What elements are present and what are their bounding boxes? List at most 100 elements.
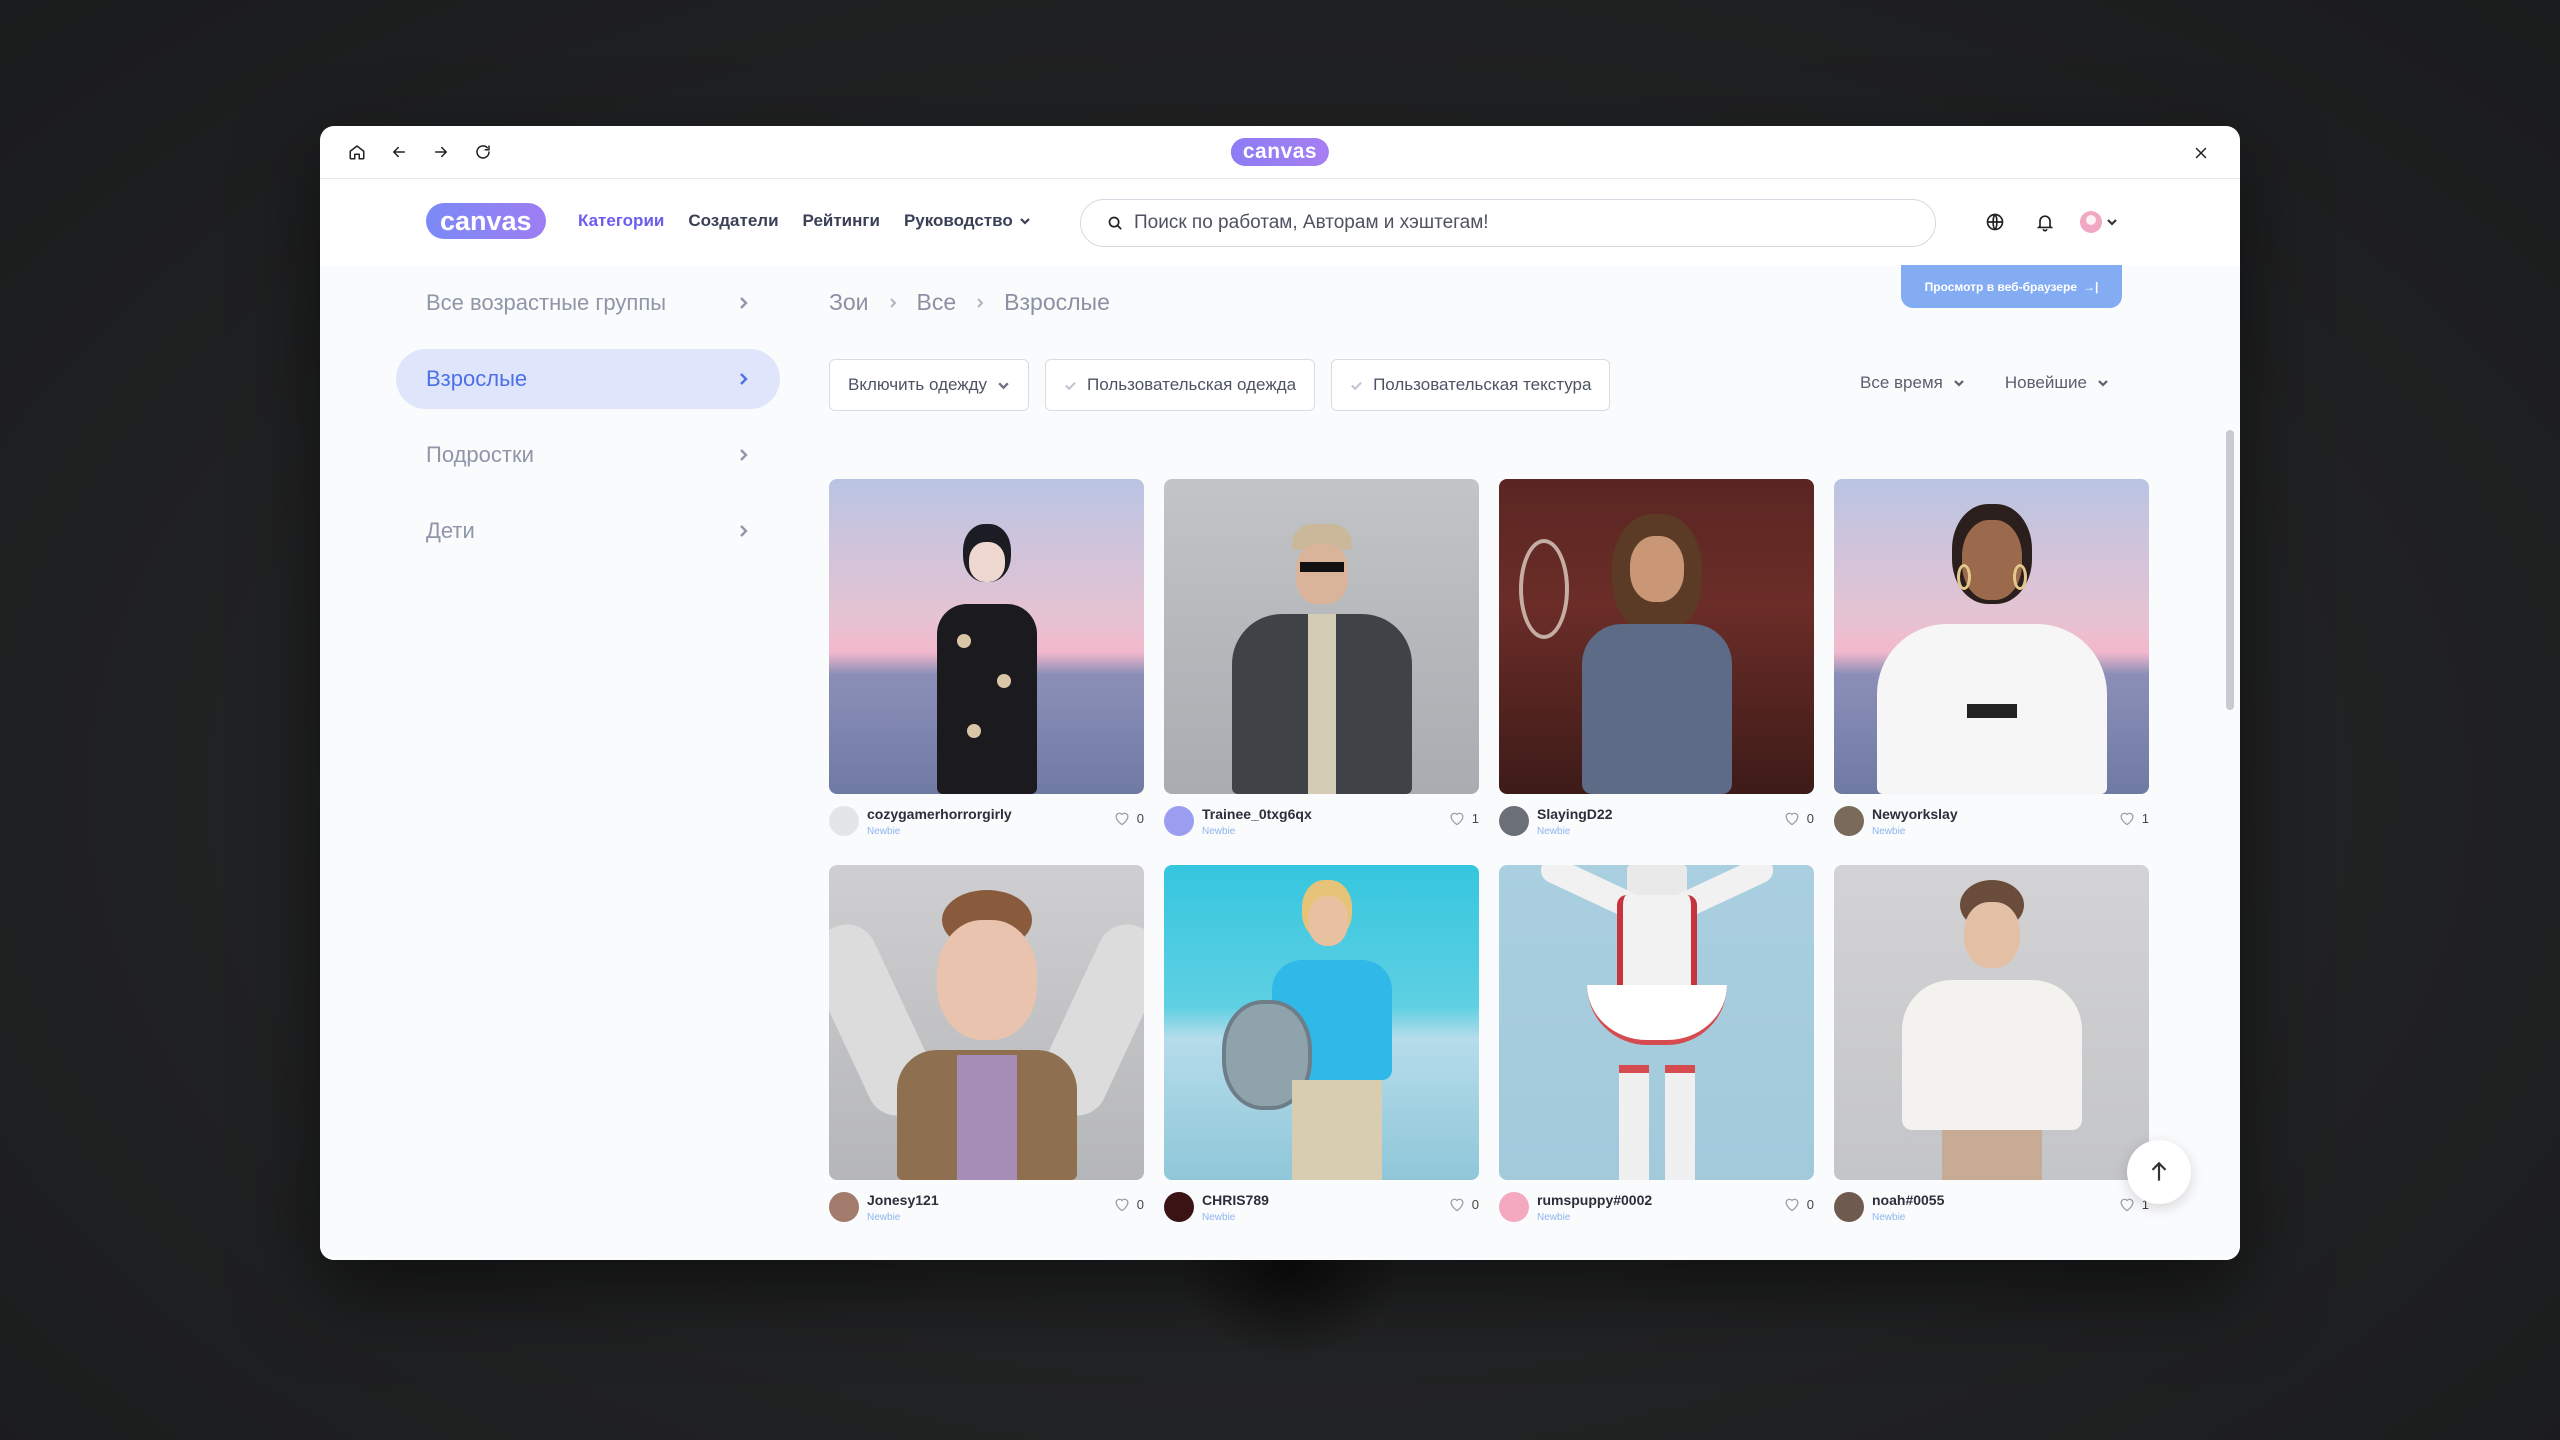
sidebar-item-all-ages[interactable]: Все возрастные группы: [396, 273, 780, 333]
author-avatar[interactable]: [829, 1192, 859, 1222]
work-thumbnail[interactable]: [829, 865, 1144, 1180]
author-name[interactable]: noah#0055: [1872, 1192, 1944, 1208]
like-button[interactable]: 0: [1783, 1196, 1814, 1212]
work-meta: SlayingD22 Newbie 0: [1499, 794, 1814, 837]
author-badge: Newbie: [1872, 826, 1906, 837]
author-name[interactable]: cozygamerhorrorgirly: [867, 806, 1012, 822]
app-window: canvas canvas Категории Создатели Рейтин…: [320, 126, 2240, 1260]
view-in-browser-label: Просмотр в веб-браузере: [1924, 279, 2077, 294]
back-button[interactable]: [382, 135, 416, 169]
work-thumbnail[interactable]: [1499, 479, 1814, 794]
heart-icon: [1785, 812, 1799, 826]
main-content: Все возрастные группы Взрослые Подростки…: [320, 265, 2240, 1260]
include-clothing-dropdown[interactable]: Включить одежду: [829, 359, 1030, 411]
like-count: 0: [1136, 810, 1144, 826]
like-button[interactable]: 0: [1113, 1196, 1144, 1212]
author-avatar[interactable]: [1834, 806, 1864, 836]
author-avatar[interactable]: [1499, 806, 1529, 836]
chevron-down-icon: [1954, 380, 1964, 387]
chevron-down-icon: [998, 381, 1009, 389]
nav-ratings[interactable]: Рейтинги: [803, 211, 880, 231]
author-avatar[interactable]: [1164, 1192, 1194, 1222]
author-badge: Newbie: [1537, 826, 1571, 837]
search-input[interactable]: [1134, 212, 1914, 234]
nav-categories[interactable]: Категории: [578, 211, 664, 231]
profile-menu-button[interactable]: [2080, 211, 2118, 233]
nav-creators[interactable]: Создатели: [688, 211, 778, 231]
work-meta: Jonesy121 Newbie 0: [829, 1180, 1144, 1223]
breadcrumb: Зои Все Взрослые: [829, 289, 1110, 316]
breadcrumb-current: Взрослые: [1004, 289, 1110, 315]
like-button[interactable]: 0: [1783, 810, 1814, 826]
forward-button[interactable]: [424, 135, 458, 169]
sidebar-item-label: Все возрастные группы: [426, 290, 667, 315]
work-card[interactable]: noah#0055 Newbie 1: [1834, 865, 2149, 1251]
custom-texture-toggle[interactable]: Пользовательская текстура: [1331, 359, 1611, 411]
work-card[interactable]: SlayingD22 Newbie 0: [1499, 479, 1814, 865]
work-card[interactable]: rumspuppy#0002 Newbie 0: [1499, 865, 1814, 1251]
work-thumbnail[interactable]: [829, 479, 1144, 794]
author-name[interactable]: SlayingD22: [1537, 806, 1612, 822]
author-avatar[interactable]: [1164, 806, 1194, 836]
arrow-left-icon: [393, 146, 405, 158]
close-button[interactable]: [2184, 136, 2218, 170]
work-thumbnail[interactable]: [1834, 479, 2149, 794]
like-button[interactable]: 0: [1113, 810, 1144, 826]
filter-bar: Включить одежду Пользовательская одежда …: [829, 359, 1611, 411]
arrow-right-icon: [435, 146, 447, 158]
home-button[interactable]: [340, 135, 374, 169]
chevron-right-icon: [740, 297, 748, 309]
work-thumbnail[interactable]: [1834, 865, 2149, 1180]
reload-icon: [476, 145, 490, 159]
work-card[interactable]: cozygamerhorrorgirly Newbie 0: [829, 479, 1144, 865]
language-button[interactable]: [1980, 207, 2010, 237]
scroll-to-top-button[interactable]: [2127, 1140, 2191, 1204]
like-count: 0: [1471, 1196, 1479, 1212]
work-thumbnail[interactable]: [1164, 865, 1479, 1180]
breadcrumb-item[interactable]: Все: [917, 289, 957, 316]
include-clothing-label: Включить одежду: [848, 375, 988, 394]
sidebar-item-adults[interactable]: Взрослые: [396, 349, 780, 409]
work-card[interactable]: Jonesy121 Newbie 0: [829, 865, 1144, 1251]
sort-order-dropdown[interactable]: Новейшие: [2005, 373, 2109, 393]
author-badge: Newbie: [1202, 1212, 1236, 1223]
nav-guide[interactable]: Руководство: [904, 211, 1031, 231]
author-avatar[interactable]: [1499, 1192, 1529, 1222]
custom-clothing-toggle[interactable]: Пользовательская одежда: [1045, 359, 1316, 411]
breadcrumb-item[interactable]: Зои: [829, 289, 869, 316]
scrollbar-thumb[interactable]: [2226, 430, 2234, 710]
author-avatar[interactable]: [829, 806, 859, 836]
work-card[interactable]: Newyorkslay Newbie 1: [1834, 479, 2149, 865]
like-button[interactable]: 0: [1448, 1196, 1479, 1212]
reload-button[interactable]: [466, 135, 500, 169]
like-button[interactable]: 1: [1448, 810, 1479, 826]
author-name[interactable]: rumspuppy#0002: [1537, 1192, 1652, 1208]
avatar-render: [1212, 880, 1432, 1180]
nav-label: Рейтинги: [802, 211, 880, 230]
sidebar-item-label: Дети: [426, 518, 475, 543]
sidebar-item-kids[interactable]: Дети: [396, 501, 780, 561]
time-range-label: Все время: [1860, 373, 1943, 392]
view-in-browser-button[interactable]: Просмотр в веб-браузере →|: [1901, 265, 2122, 308]
work-meta: cozygamerhorrorgirly Newbie 0: [829, 794, 1144, 837]
chevron-right-icon: [740, 449, 748, 461]
author-name[interactable]: Newyorkslay: [1872, 806, 1958, 822]
site-logo[interactable]: canvas: [426, 203, 546, 239]
like-button[interactable]: 1: [2118, 810, 2149, 826]
work-card[interactable]: Trainee_0txg6qx Newbie 1: [1164, 479, 1479, 865]
author-name[interactable]: CHRIS789: [1202, 1192, 1269, 1208]
page-scrollbar[interactable]: [2226, 304, 2234, 1254]
notifications-button[interactable]: [2030, 207, 2060, 237]
time-range-dropdown[interactable]: Все время: [1860, 373, 1965, 393]
author-name[interactable]: Jonesy121: [867, 1192, 939, 1208]
work-thumbnail[interactable]: [1164, 479, 1479, 794]
sidebar-item-teens[interactable]: Подростки: [396, 425, 780, 485]
author-avatar[interactable]: [1834, 1192, 1864, 1222]
work-thumbnail[interactable]: [1499, 865, 1814, 1180]
author-badge: Newbie: [867, 826, 901, 837]
search-bar[interactable]: [1080, 199, 1936, 247]
author-name[interactable]: Trainee_0txg6qx: [1202, 806, 1312, 822]
sidebar-item-label: Взрослые: [426, 366, 528, 391]
work-card[interactable]: CHRIS789 Newbie 0: [1164, 865, 1479, 1251]
home-icon: [349, 145, 365, 160]
